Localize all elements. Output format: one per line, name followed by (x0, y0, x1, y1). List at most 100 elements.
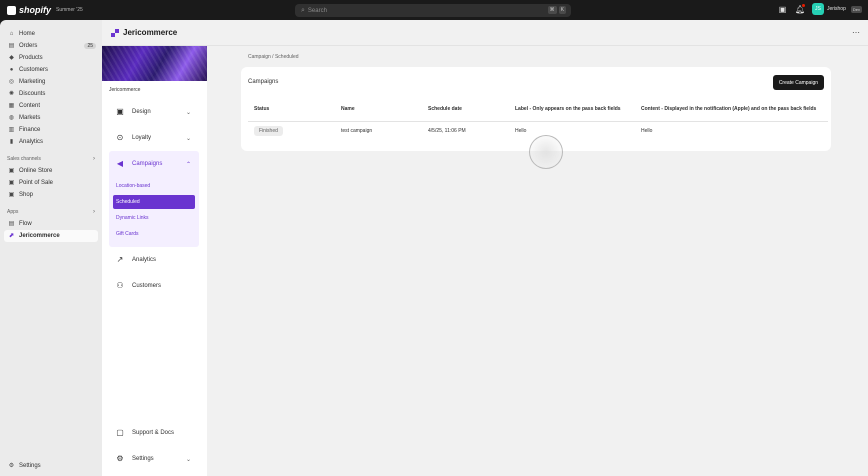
app-sidebar: Jericommerce ▣ Design ⌄ ⊙ Loyalty ⌄ ◀ Campaig… (102, 46, 207, 476)
nav-flow[interactable]: ▤ Flow (0, 218, 102, 230)
apps-header[interactable]: Apps › (0, 206, 102, 218)
side-item-analytics[interactable]: ↗ Analytics (102, 247, 207, 273)
sub-item-scheduled[interactable]: Scheduled (113, 195, 195, 209)
pos-icon: ▣ (8, 179, 15, 186)
trend-icon: ↗ (116, 255, 124, 264)
store-switcher[interactable]: JS Jerishop Dev (811, 3, 862, 15)
search-input[interactable]: ⌕ Search ⌘ K (295, 4, 571, 17)
orders-count-badge: 25 (84, 43, 96, 49)
gear-icon: ⚙ (116, 454, 124, 463)
top-bar: shopify Summer '25 ⌕ Search ⌘ K ▣ 🔔︎ JS … (0, 0, 868, 20)
more-actions-icon[interactable]: ⋯ (852, 28, 860, 37)
jericommerce-icon: ⬈ (8, 232, 15, 239)
chart-icon: ▮ (9, 138, 14, 145)
sub-item-location-based[interactable]: Location-based (113, 179, 195, 193)
store-name: Jerishop (826, 6, 846, 12)
nav-shop[interactable]: ▣ Shop (0, 189, 102, 201)
side-item-customers[interactable]: ⚇ Customers (102, 273, 207, 299)
column-header-label: Label - Only appears on the pass back fi… (509, 99, 635, 122)
nav-label: Analytics (19, 139, 44, 145)
nav-settings[interactable]: ⚙ Settings (0, 460, 102, 472)
side-label: Loyalty (132, 135, 152, 141)
jericommerce-logo-icon (111, 28, 119, 37)
app-store-name: Jericommerce (109, 87, 141, 93)
table-header-row: Status Name Schedule date Label - Only a… (248, 99, 828, 122)
campaigns-card: Campaigns Create Campaign Status Name Sc… (241, 67, 831, 169)
app-frame: Jericommerce ⋯ Jericommerce ▣ Design ⌄ ⊙ Lo… (102, 20, 868, 476)
nav-label: Markets (19, 115, 41, 121)
tag-icon: ◆ (9, 54, 14, 61)
nav-label: Settings (19, 463, 41, 469)
nav-discounts[interactable]: ✺ Discounts (0, 88, 102, 100)
app-title: Jericommerce (123, 28, 178, 37)
nav-label: Point of Sale (19, 180, 54, 186)
nav-finance[interactable]: ▥ Finance (0, 124, 102, 136)
column-header-name: Name (335, 99, 422, 122)
discount-icon: ✺ (8, 90, 15, 97)
design-icon: ▣ (116, 107, 124, 116)
nav-jericommerce[interactable]: ⬈ Jericommerce (4, 230, 98, 242)
nav-label: Finance (19, 127, 41, 133)
side-item-loyalty[interactable]: ⊙ Loyalty ⌄ (102, 125, 207, 151)
store-banner-image (102, 46, 207, 81)
side-item-settings[interactable]: ⚙ Settings ⌄ (102, 446, 207, 472)
notifications-bell-icon[interactable]: 🔔︎ (795, 3, 805, 14)
column-header-schedule-date: Schedule date (422, 99, 509, 122)
side-item-support[interactable]: ▢ Support & Docs (102, 420, 207, 446)
card-title: Campaigns (248, 79, 279, 85)
chevron-right-icon: › (93, 156, 95, 162)
nav-marketing[interactable]: ◎ Marketing (0, 76, 102, 88)
campaigns-group: ◀ Campaigns ⌃ Location-based Scheduled Dyn… (109, 151, 199, 247)
nav-label: Customers (19, 67, 49, 73)
section-label: Apps (7, 209, 19, 215)
flow-icon: ▤ (8, 220, 15, 227)
nav-label: Products (19, 55, 43, 61)
app-header: Jericommerce ⋯ (102, 20, 868, 46)
nav-label: Orders (19, 43, 38, 49)
chevron-down-icon: ⌄ (185, 135, 191, 142)
shopify-logo[interactable]: shopify Summer '25 (7, 5, 83, 15)
chevron-down-icon: ⌄ (185, 109, 191, 116)
nav-content[interactable]: ▦ Content (0, 100, 102, 112)
sales-channels-header[interactable]: Sales channels › (0, 153, 102, 165)
sub-item-dynamic-links[interactable]: Dynamic Links (113, 211, 195, 225)
side-item-design[interactable]: ▣ Design ⌄ (102, 99, 207, 125)
people-icon: ⚇ (116, 281, 124, 290)
loyalty-icon: ⊙ (116, 133, 124, 142)
sidekick-icon[interactable]: ▣ (778, 5, 787, 14)
store-avatar: JS (811, 3, 824, 15)
sub-item-gift-cards[interactable]: Gift Cards (113, 227, 195, 241)
create-campaign-button[interactable]: Create Campaign (772, 75, 824, 90)
shortcut-key-k: K (558, 6, 566, 14)
status-cell: Finished (248, 121, 335, 141)
nav-label: Jericommerce (19, 233, 60, 239)
column-header-status: Status (248, 99, 335, 122)
dev-badge: Dev (850, 5, 862, 13)
nav-point-of-sale[interactable]: ▣ Point of Sale (0, 177, 102, 189)
chevron-right-icon: › (93, 209, 95, 215)
click-indicator (529, 135, 563, 169)
nav-products[interactable]: ◆ Products (0, 52, 102, 64)
side-label: Settings (132, 456, 154, 462)
globe-icon: ◍ (8, 114, 15, 121)
nav-customers[interactable]: ● Customers (0, 64, 102, 76)
side-item-campaigns[interactable]: ◀ Campaigns ⌃ (109, 151, 199, 177)
nav-label: Marketing (19, 79, 46, 85)
breadcrumb[interactable]: Campaign / Scheduled (248, 54, 299, 60)
nav-analytics[interactable]: ▮ Analytics (0, 136, 102, 148)
orders-icon: ▤ (8, 42, 15, 49)
person-icon: ● (9, 66, 14, 73)
search-icon: ⌕ (301, 6, 305, 14)
content-icon: ▦ (8, 102, 15, 109)
column-header-content: Content - Displayed in the notification … (635, 99, 828, 122)
nav-orders[interactable]: ▤ Orders 25 (0, 40, 102, 52)
nav-home[interactable]: ⌂ Home (0, 28, 102, 40)
status-badge: Finished (254, 126, 283, 137)
nav-markets[interactable]: ◍ Markets (0, 112, 102, 124)
chevron-up-icon: ⌃ (185, 161, 191, 168)
nav-online-store[interactable]: ▣ Online Store (0, 165, 102, 177)
admin-sidebar: ⌂ Home ▤ Orders 25 ◆ Products ● Customers ◎ Ma… (0, 20, 102, 476)
chevron-down-icon: ⌄ (185, 456, 191, 463)
shopify-bag-icon (7, 5, 16, 15)
nav-label: Shop (19, 192, 34, 198)
